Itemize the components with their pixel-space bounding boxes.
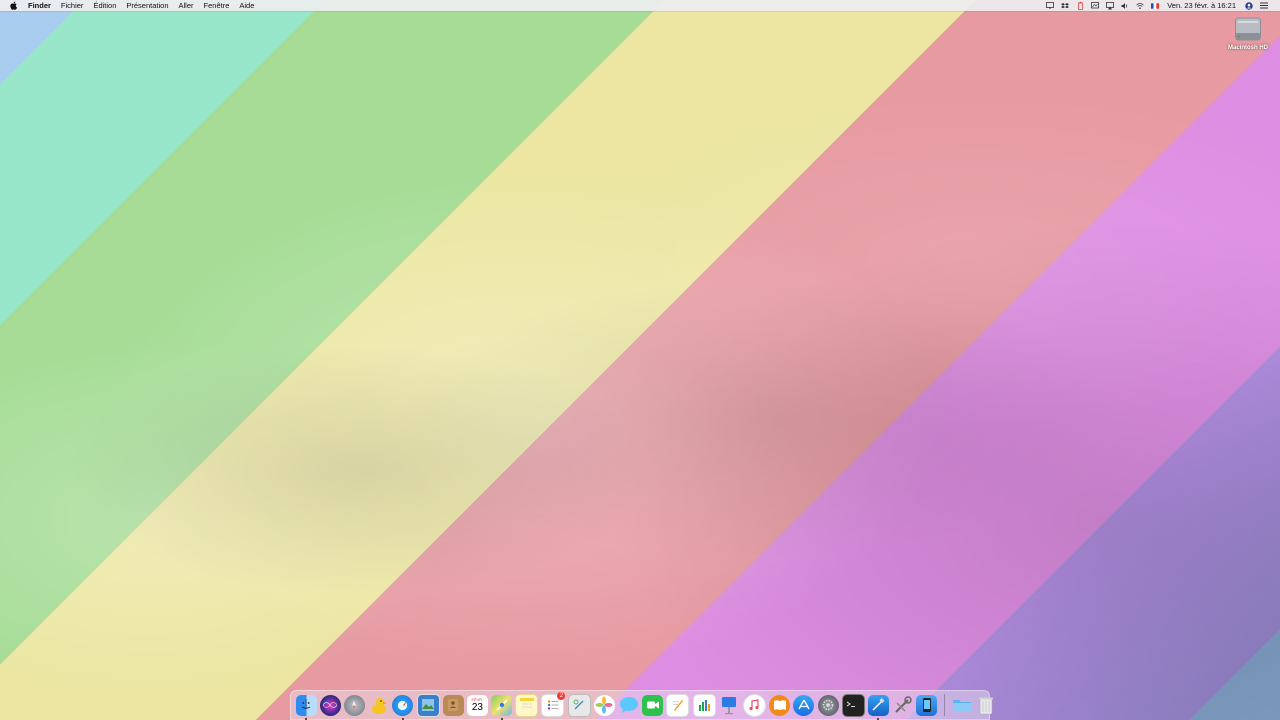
pages-icon[interactable]	[666, 693, 690, 717]
xcode-icon[interactable]	[867, 694, 889, 720]
dock-separator	[943, 694, 945, 716]
safari-icon[interactable]	[392, 694, 414, 720]
trash-icon[interactable]	[976, 695, 997, 716]
screen-icon[interactable]	[1046, 2, 1055, 10]
duck-icon[interactable]	[368, 695, 389, 716]
terminal-icon[interactable]	[841, 693, 865, 717]
desktop-wallpaper	[0, 0, 1280, 720]
reminders-badge: 2	[557, 691, 566, 700]
photos-icon[interactable]	[593, 694, 615, 716]
launchpad-icon[interactable]	[343, 694, 365, 716]
hd-label: Macintosh HD	[1227, 45, 1268, 51]
notes-icon[interactable]	[515, 693, 539, 717]
apple-logo-icon[interactable]	[10, 1, 18, 10]
volume-icon[interactable]	[1121, 2, 1129, 10]
menu-clock[interactable]: Ven. 23 févr. à 16:21	[1167, 0, 1236, 11]
folder-icon[interactable]	[951, 695, 972, 716]
reminders-icon[interactable]: 2	[541, 691, 566, 717]
preview-icon[interactable]	[416, 693, 440, 717]
maps-icon[interactable]	[491, 694, 513, 720]
battery-icon[interactable]	[1076, 1, 1084, 10]
dock: FÉVR. 23 2	[290, 690, 994, 720]
user-icon[interactable]	[1245, 1, 1253, 10]
keynote-icon[interactable]	[719, 695, 740, 716]
menu-presentation[interactable]: Présentation	[126, 0, 168, 11]
appstore-icon[interactable]	[793, 694, 815, 716]
menu-aide[interactable]: Aide	[239, 0, 254, 11]
contacts-icon[interactable]	[442, 694, 464, 716]
settings-icon[interactable]	[817, 694, 839, 716]
utility-icon[interactable]	[892, 695, 913, 716]
menu-app-name[interactable]: Finder	[28, 0, 51, 11]
menu-bar: Finder Fichier Édition Présentation Alle…	[0, 0, 1280, 11]
simulator-icon[interactable]	[916, 694, 938, 716]
menu-aller[interactable]: Aller	[179, 0, 194, 11]
menu-fichier[interactable]: Fichier	[61, 0, 84, 11]
macintosh-hd-icon[interactable]: Macintosh HD	[1220, 16, 1276, 51]
messages-icon[interactable]	[618, 695, 639, 716]
calendar-day: 23	[471, 702, 483, 713]
finder-icon[interactable]	[295, 694, 317, 720]
books-icon[interactable]	[769, 694, 791, 716]
wifi-icon[interactable]	[1136, 2, 1144, 10]
siri-icon[interactable]	[319, 694, 341, 716]
display-icon[interactable]	[1091, 2, 1100, 10]
dropbox-icon[interactable]	[1061, 2, 1070, 10]
hard-drive-icon	[1235, 17, 1261, 41]
airplay-icon[interactable]	[1106, 1, 1115, 10]
flag-fr-icon[interactable]	[1151, 2, 1160, 10]
calendar-icon[interactable]: FÉVR. 23	[466, 694, 488, 716]
music-icon[interactable]	[742, 693, 766, 717]
script-icon[interactable]	[567, 693, 591, 717]
menu-fenetre[interactable]: Fenêtre	[204, 0, 230, 11]
menu-edition[interactable]: Édition	[93, 0, 116, 11]
list-icon[interactable]	[1260, 2, 1268, 10]
facetime-icon[interactable]	[642, 694, 664, 716]
numbers-icon[interactable]	[692, 693, 716, 717]
